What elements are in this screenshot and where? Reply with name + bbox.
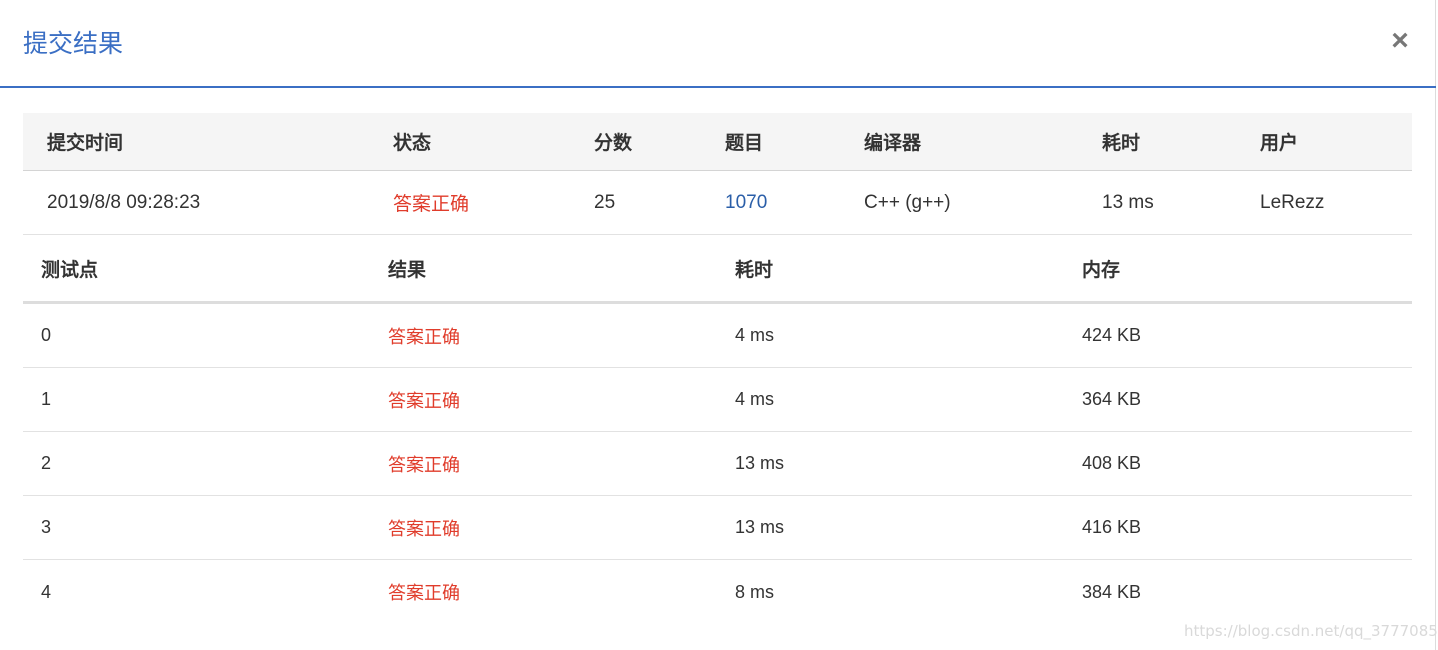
case-result: 答案正确	[388, 326, 460, 347]
header-submit-time: 提交时间	[47, 133, 124, 154]
cases-header-row: 测试点 结果 耗时 内存	[23, 236, 1412, 304]
watermark: https://blog.csdn.net/qq_37770850	[1184, 622, 1438, 640]
case-memory: 416 KB	[1082, 517, 1142, 537]
status-badge: 答案正确	[393, 194, 470, 215]
case-memory: 384 KB	[1082, 581, 1142, 602]
user-name: LeRezz	[1260, 191, 1325, 213]
table-row: 3 答案正确 13 ms 416 KB	[23, 496, 1412, 560]
case-memory: 424 KB	[1082, 325, 1142, 345]
header-time: 耗时	[1102, 133, 1141, 154]
case-result: 答案正确	[388, 583, 460, 603]
summary-header-row: 提交时间 状态 分数 题目 编译器 耗时 用户	[23, 113, 1412, 171]
submission-result-dialog: 提交结果 × 提交时间 状态 分数 题目 编译器 耗时 用户 2019/8/8 …	[0, 0, 1438, 650]
dialog-header: 提交结果 ×	[0, 0, 1436, 88]
problem-link[interactable]: 1070	[725, 171, 767, 234]
case-time: 4 ms	[735, 389, 775, 409]
case-time: 13 ms	[735, 453, 785, 473]
case-memory: 408 KB	[1082, 453, 1142, 473]
case-time: 8 ms	[735, 581, 775, 602]
compiler: C++ (g++)	[864, 191, 951, 213]
header-status: 状态	[393, 133, 432, 154]
table-row: 2 答案正确 13 ms 408 KB	[23, 432, 1412, 496]
header-user: 用户	[1260, 133, 1299, 154]
table-row: 1 答案正确 4 ms 364 KB	[23, 368, 1412, 432]
header-score: 分数	[594, 133, 633, 154]
case-id: 3	[41, 517, 52, 537]
case-time: 4 ms	[735, 325, 775, 345]
submit-time: 2019/8/8 09:28:23	[47, 191, 201, 213]
header-result: 结果	[388, 260, 427, 281]
case-result: 答案正确	[388, 454, 460, 475]
case-memory: 364 KB	[1082, 389, 1142, 409]
elapsed-time: 13 ms	[1102, 191, 1154, 213]
header-case-time: 耗时	[735, 260, 774, 281]
close-icon[interactable]: ×	[1387, 26, 1413, 56]
case-result: 答案正确	[388, 518, 460, 539]
submission-summary-table: 提交时间 状态 分数 题目 编译器 耗时 用户 2019/8/8 09:28:2…	[23, 113, 1412, 235]
case-id: 4	[41, 581, 52, 602]
table-row: 4 答案正确 8 ms 384 KB	[23, 560, 1412, 624]
header-memory: 内存	[1082, 260, 1121, 281]
case-id: 0	[41, 325, 52, 345]
dialog-title: 提交结果	[23, 30, 124, 58]
score: 25	[594, 191, 616, 213]
case-id: 1	[41, 389, 52, 409]
table-row: 0 答案正确 4 ms 424 KB	[23, 304, 1412, 368]
header-compiler: 编译器	[864, 133, 922, 154]
header-test-case: 测试点	[41, 260, 99, 281]
case-id: 2	[41, 453, 52, 473]
header-problem: 题目	[725, 133, 764, 154]
case-time: 13 ms	[735, 517, 785, 537]
case-result: 答案正确	[388, 390, 460, 411]
summary-row: 2019/8/8 09:28:23 答案正确 25 1070 C++ (g++)…	[23, 171, 1412, 235]
test-cases-table: 测试点 结果 耗时 内存 0 答案正确 4 ms 424 KB 1 答案正确 4…	[23, 236, 1412, 624]
